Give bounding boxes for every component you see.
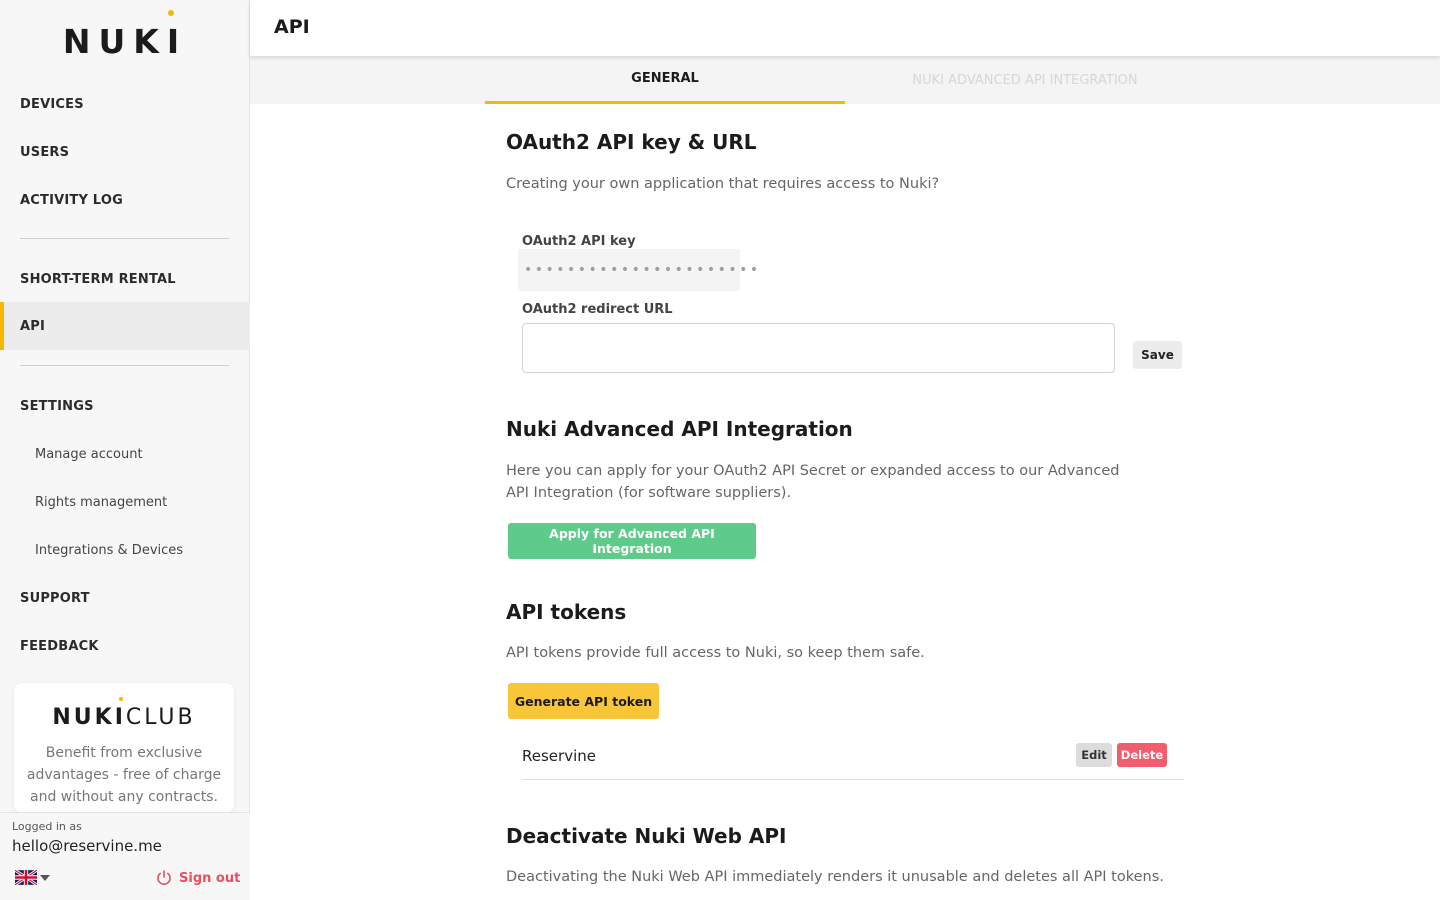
edit-token-button[interactable]: Edit [1076,743,1112,767]
logged-in-email: hello@reservine.me [12,837,162,855]
sidebar-subitem-integrations-devices[interactable]: Integrations & Devices [0,526,250,574]
club-logo-light: CLUB [125,705,196,730]
sign-out-button[interactable]: Sign out [156,870,240,886]
sign-out-label: Sign out [179,870,241,886]
advanced-section-title: Nuki Advanced API Integration [506,417,853,441]
api-tokens-section-title: API tokens [506,600,627,624]
club-description: Benefit from exclusive advantages - free… [26,745,222,805]
generate-api-token-button[interactable]: Generate API token [508,683,659,719]
page-title: API [274,16,310,38]
oauth-key-label: OAuth2 API key [522,234,636,249]
api-token-row: Reservine Edit Delete [522,736,1184,780]
apply-advanced-api-button[interactable]: Apply for Advanced API Integration [508,523,756,559]
sidebar-item-devices[interactable]: DEVICES [0,80,250,128]
nuki-club-card[interactable]: NUKICLUB Benefit from exclusive advantag… [14,683,234,813]
sidebar: NUKI DEVICES USERS ACTIVITY LOG SHORT-TE… [0,0,250,900]
deactivate-section-title: Deactivate Nuki Web API [506,824,787,848]
sidebar-item-short-term-rental[interactable]: SHORT-TERM RENTAL [0,255,250,303]
sidebar-subitem-rights-management[interactable]: Rights management [0,478,250,526]
logo-text: NUKI [62,22,188,61]
club-logo-dot [119,697,123,701]
tab-general[interactable]: GENERAL [485,56,845,104]
sidebar-item-activity-log[interactable]: ACTIVITY LOG [0,176,250,224]
oauth-key-value: •••••••••••••••••••••• [518,249,758,291]
nuki-logo[interactable]: NUKI [0,10,250,61]
sidebar-divider [20,365,229,366]
api-token-name: Reservine [522,747,596,765]
deactivate-description: Deactivating the Nuki Web API immediatel… [506,869,1164,885]
nuki-club-logo: NUKICLUB [14,697,234,730]
club-logo-bold: NUKI [52,705,126,730]
logged-in-label: Logged in as [12,820,82,833]
sidebar-item-settings[interactable]: SETTINGS [0,382,250,430]
delete-token-button[interactable]: Delete [1117,743,1167,767]
logo-dot [168,10,174,16]
language-dropdown-caret-icon[interactable] [40,875,50,881]
tab-advanced-api-integration[interactable]: NUKI ADVANCED API INTEGRATION [845,56,1205,104]
api-tokens-description: API tokens provide full access to Nuki, … [506,645,925,661]
sidebar-footer: Logged in as hello@reservine.me Sign out [0,812,250,900]
top-bar: API [250,0,1440,56]
sidebar-subitem-manage-account[interactable]: Manage account [0,430,250,478]
oauth-redirect-label: OAuth2 redirect URL [522,302,673,317]
power-icon [157,870,171,885]
advanced-description: Here you can apply for your OAuth2 API S… [506,463,1120,501]
tab-bar: GENERAL NUKI ADVANCED API INTEGRATION [250,56,1440,104]
sidebar-item-feedback[interactable]: FEEDBACK [0,622,250,670]
oauth-redirect-url-input[interactable] [522,323,1115,373]
sidebar-item-users[interactable]: USERS [0,128,250,176]
save-button[interactable]: Save [1133,341,1182,369]
sidebar-item-api[interactable]: API [0,302,250,350]
uk-flag-icon[interactable] [15,870,37,885]
oauth-description: Creating your own application that requi… [506,176,940,192]
sidebar-divider [20,238,229,239]
sidebar-item-support[interactable]: SUPPORT [0,574,250,622]
oauth-section-title: OAuth2 API key & URL [506,130,757,154]
